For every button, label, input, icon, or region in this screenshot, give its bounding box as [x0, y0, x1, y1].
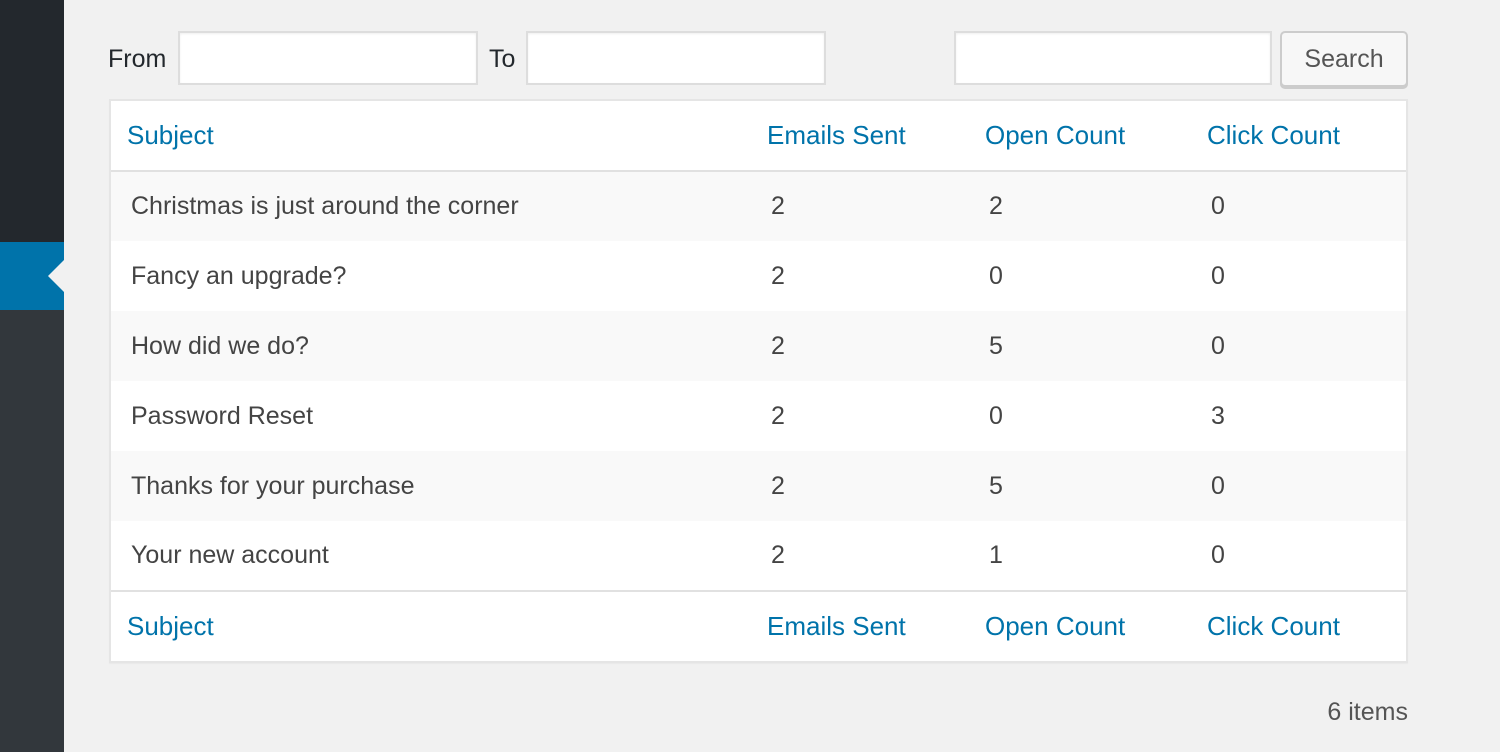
cell-subject: Fancy an upgrade?	[131, 261, 347, 290]
email-stats-table: Subject Emails Sent Open Count Click Cou…	[109, 99, 1408, 663]
column-header-subject[interactable]: Subject	[111, 101, 751, 172]
cell-open-count: 5	[989, 331, 1003, 360]
cell-click-count: 0	[1211, 192, 1225, 220]
cell-subject: How did we do?	[131, 331, 309, 360]
column-header-emails-sent[interactable]: Emails Sent	[751, 101, 969, 172]
cell-click-count: 3	[1211, 401, 1225, 430]
search-button[interactable]: Search	[1280, 31, 1408, 87]
sort-link-click-count[interactable]: Click Count	[1207, 120, 1340, 150]
cell-click-count: 0	[1211, 471, 1225, 500]
column-header-open-count[interactable]: Open Count	[969, 101, 1191, 172]
cell-open-count: 0	[989, 261, 1003, 290]
admin-sidebar	[0, 0, 64, 752]
footer-header-click-count[interactable]: Click Count	[1191, 590, 1406, 661]
cell-emails-sent: 2	[771, 401, 785, 430]
to-date-input[interactable]	[526, 31, 826, 85]
items-count: 6 items	[1327, 698, 1408, 726]
active-indicator-arrow-icon	[48, 260, 64, 292]
table-row: Fancy an upgrade? 2 0 0	[111, 241, 1406, 311]
table-row: Thanks for your purchase 2 5 0	[111, 451, 1406, 521]
filter-bar: From To Search	[108, 31, 1408, 87]
sidebar-menu-top	[0, 0, 64, 242]
cell-open-count: 0	[989, 401, 1003, 430]
cell-subject: Thanks for your purchase	[131, 471, 415, 500]
from-label: From	[108, 45, 167, 73]
cell-click-count: 0	[1211, 261, 1225, 290]
sort-link-subject[interactable]: Subject	[127, 611, 214, 641]
sort-link-click-count[interactable]: Click Count	[1207, 611, 1340, 641]
sort-link-open-count[interactable]: Open Count	[985, 120, 1125, 150]
cell-emails-sent: 2	[771, 261, 785, 290]
cell-subject: Password Reset	[131, 401, 314, 430]
from-date-input[interactable]	[178, 31, 478, 85]
cell-open-count: 2	[989, 192, 1003, 220]
footer-header-subject[interactable]: Subject	[111, 590, 751, 661]
cell-subject: Your new account	[131, 541, 329, 569]
table-footer-row: Subject Emails Sent Open Count Click Cou…	[111, 590, 1406, 661]
cell-open-count: 5	[989, 471, 1003, 500]
table-row: Password Reset 2 0 3	[111, 381, 1406, 451]
cell-emails-sent: 2	[771, 471, 785, 500]
cell-open-count: 1	[989, 541, 1003, 569]
to-label: To	[489, 45, 516, 73]
table-row: How did we do? 2 5 0	[111, 311, 1406, 381]
sort-link-emails-sent[interactable]: Emails Sent	[767, 120, 906, 150]
table-header-row: Subject Emails Sent Open Count Click Cou…	[111, 101, 1406, 172]
cell-click-count: 0	[1211, 331, 1225, 360]
footer-header-emails-sent[interactable]: Emails Sent	[751, 590, 969, 661]
cell-emails-sent: 2	[771, 541, 785, 569]
column-header-click-count[interactable]: Click Count	[1191, 101, 1406, 172]
cell-click-count: 0	[1211, 541, 1225, 569]
table-row: Christmas is just around the corner 2 2 …	[111, 171, 1406, 241]
search-input[interactable]	[954, 31, 1272, 85]
sort-link-open-count[interactable]: Open Count	[985, 611, 1125, 641]
sort-link-subject[interactable]: Subject	[127, 120, 214, 150]
cell-emails-sent: 2	[771, 331, 785, 360]
table-row: Your new account 2 1 0	[111, 521, 1406, 591]
cell-subject: Christmas is just around the corner	[131, 192, 519, 220]
footer-header-open-count[interactable]: Open Count	[969, 590, 1191, 661]
cell-emails-sent: 2	[771, 192, 785, 220]
sort-link-emails-sent[interactable]: Emails Sent	[767, 611, 906, 641]
